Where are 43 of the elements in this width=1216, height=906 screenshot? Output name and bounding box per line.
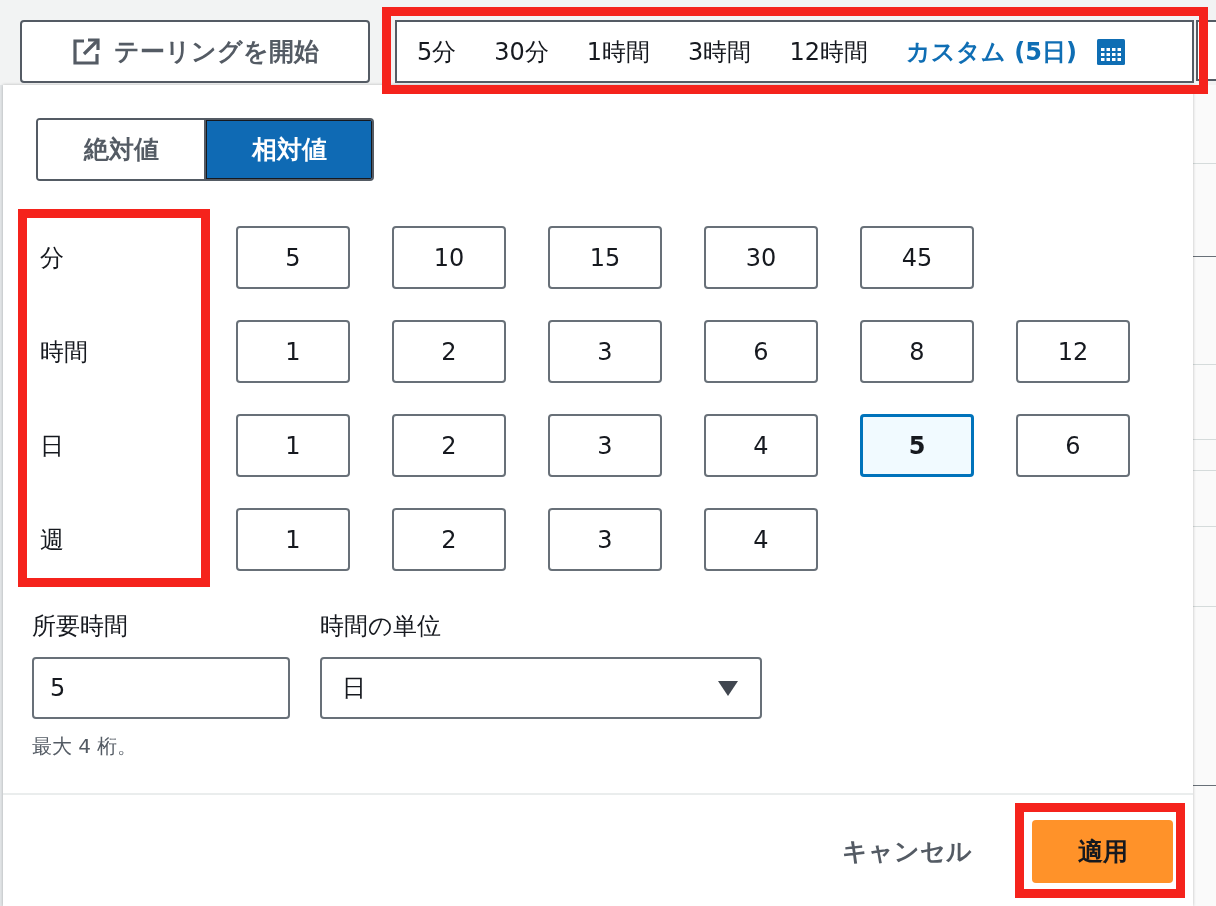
range-option[interactable]: 30分 xyxy=(494,36,549,67)
duration-option[interactable]: 1 xyxy=(236,414,350,477)
caret-down-icon[interactable] xyxy=(718,680,738,696)
hint-text: 最大 4 桁。 xyxy=(32,733,138,760)
duration-option[interactable]: 30 xyxy=(704,226,818,289)
field-label: 所要時間 xyxy=(32,611,129,641)
unit-label: 分 xyxy=(40,242,64,273)
duration-option[interactable]: 3 xyxy=(548,508,662,571)
duration-option[interactable]: 2 xyxy=(392,508,506,571)
duration-option[interactable]: 4 xyxy=(704,508,818,571)
duration-option[interactable]: 2 xyxy=(392,414,506,477)
duration-option[interactable]: 8 xyxy=(860,320,974,383)
duration-option[interactable]: 45 xyxy=(860,226,974,289)
duration-option[interactable]: 3 xyxy=(548,414,662,477)
external-link-icon xyxy=(71,37,100,66)
duration-option[interactable]: 6 xyxy=(704,320,818,383)
unit-label: 時間 xyxy=(40,336,88,367)
field-label: 時間の単位 xyxy=(320,611,442,641)
duration-option[interactable]: 10 xyxy=(392,226,506,289)
cancel-button[interactable]: キャンセル xyxy=(842,835,972,868)
duration-option[interactable]: 4 xyxy=(704,414,818,477)
time-unit-select[interactable]: 日 xyxy=(320,657,762,719)
unit-label: 週 xyxy=(40,524,64,555)
range-option[interactable]: 12時間 xyxy=(789,36,868,67)
duration-option[interactable]: 5 xyxy=(860,414,974,477)
duration-option[interactable]: 5 xyxy=(236,226,350,289)
start-tailing-button[interactable]: テーリングを開始 xyxy=(20,20,370,83)
range-option[interactable]: 5分 xyxy=(417,36,457,67)
custom-range-button[interactable]: カスタム (5日) xyxy=(905,36,1125,67)
duration-option[interactable]: 3 xyxy=(548,320,662,383)
duration-option[interactable]: 1 xyxy=(236,320,350,383)
apply-button[interactable]: 適用 xyxy=(1032,820,1173,883)
duration-option[interactable]: 1 xyxy=(236,508,350,571)
calendar-icon[interactable] xyxy=(1096,38,1125,65)
duration-option[interactable]: 2 xyxy=(392,320,506,383)
duration-option[interactable]: 6 xyxy=(1016,414,1130,477)
duration-option[interactable]: 15 xyxy=(548,226,662,289)
range-option[interactable]: 1時間 xyxy=(586,36,651,67)
unit-label: 日 xyxy=(40,430,64,461)
mode-toggle-button[interactable]: 相対値 xyxy=(204,120,372,179)
range-option[interactable]: 3時間 xyxy=(688,36,752,67)
duration-option[interactable]: 12 xyxy=(1016,320,1130,383)
duration-input[interactable]: 5 xyxy=(32,657,290,719)
